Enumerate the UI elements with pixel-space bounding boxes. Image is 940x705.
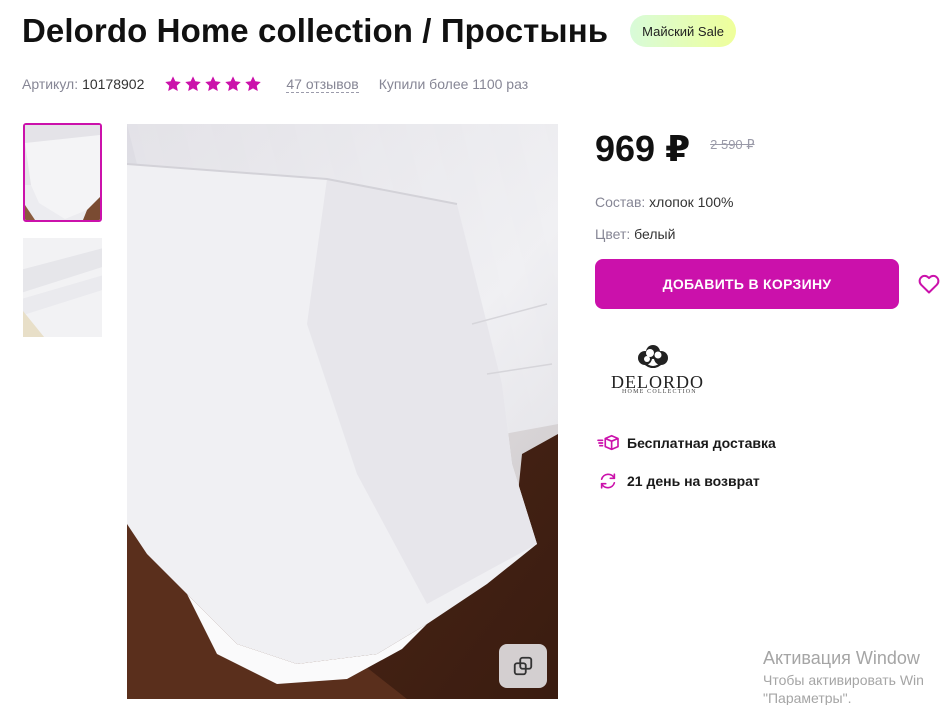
return-arrows-icon [600, 473, 616, 489]
star-icon [225, 76, 242, 92]
watermark-line-1: Активация Window [763, 648, 920, 668]
watermark-line-2: Чтобы активировать Win [763, 672, 924, 688]
star-icon [165, 76, 182, 92]
star-icon [205, 76, 222, 92]
bought-count: Купили более 1100 раз [378, 76, 529, 92]
zoom-button[interactable] [499, 644, 547, 688]
price-row: 969 ₽ 2 590 ₽ [595, 128, 755, 170]
color-value: белый [634, 226, 676, 242]
composition-label: Состав: [595, 194, 646, 210]
composition-attribute: Состав: хлопок 100% [595, 194, 733, 210]
thumbnail-1[interactable] [23, 123, 102, 222]
brand-subtitle: HOME COLLECTION [622, 389, 697, 395]
feature-text: 21 день на возврат [627, 473, 760, 489]
color-label: Цвет: [595, 226, 631, 242]
expand-icon [513, 656, 533, 676]
watermark-line-3: "Параметры". [763, 690, 852, 705]
old-price: 2 590 ₽ [710, 137, 755, 152]
windows-activation-watermark: Активация Window Чтобы активировать Win … [763, 648, 924, 705]
feature-text: Бесплатная доставка [627, 435, 776, 451]
star-icon [245, 76, 262, 92]
star-icon [185, 76, 202, 92]
composition-value: хлопок 100% [649, 194, 734, 210]
add-to-cart-button[interactable]: ДОБАВИТЬ В КОРЗИНУ [595, 259, 899, 309]
feature-return: 21 день на возврат [597, 471, 760, 491]
rating-stars[interactable] [164, 75, 262, 93]
bedsheet-photo [127, 124, 558, 699]
sku-label: Артикул: [22, 76, 79, 92]
color-attribute: Цвет: белый [595, 226, 675, 242]
thumbnail-2[interactable] [23, 238, 102, 337]
page-title: Delordo Home collection / Простынь [22, 12, 609, 49]
thumbnail-gallery [23, 123, 102, 353]
current-price: 969 ₽ [595, 128, 691, 169]
delivery-box-icon [597, 434, 619, 451]
sku-value[interactable]: 10178902 [82, 76, 144, 92]
reviews-link[interactable]: 47 отзывов [286, 76, 359, 93]
feature-free-delivery: Бесплатная доставка [597, 433, 776, 453]
meta-row: Артикул: 10178902 47 отзывов Купили боле… [22, 75, 528, 93]
sheet-thumbnail-image [25, 125, 100, 220]
fabric-thumbnail-image [23, 238, 102, 337]
main-product-image[interactable] [127, 124, 558, 699]
sale-badge[interactable]: Майский Sale [630, 15, 736, 47]
title-row: Delordo Home collection / Простынь Майск… [22, 12, 736, 50]
heart-icon[interactable] [917, 272, 940, 296]
